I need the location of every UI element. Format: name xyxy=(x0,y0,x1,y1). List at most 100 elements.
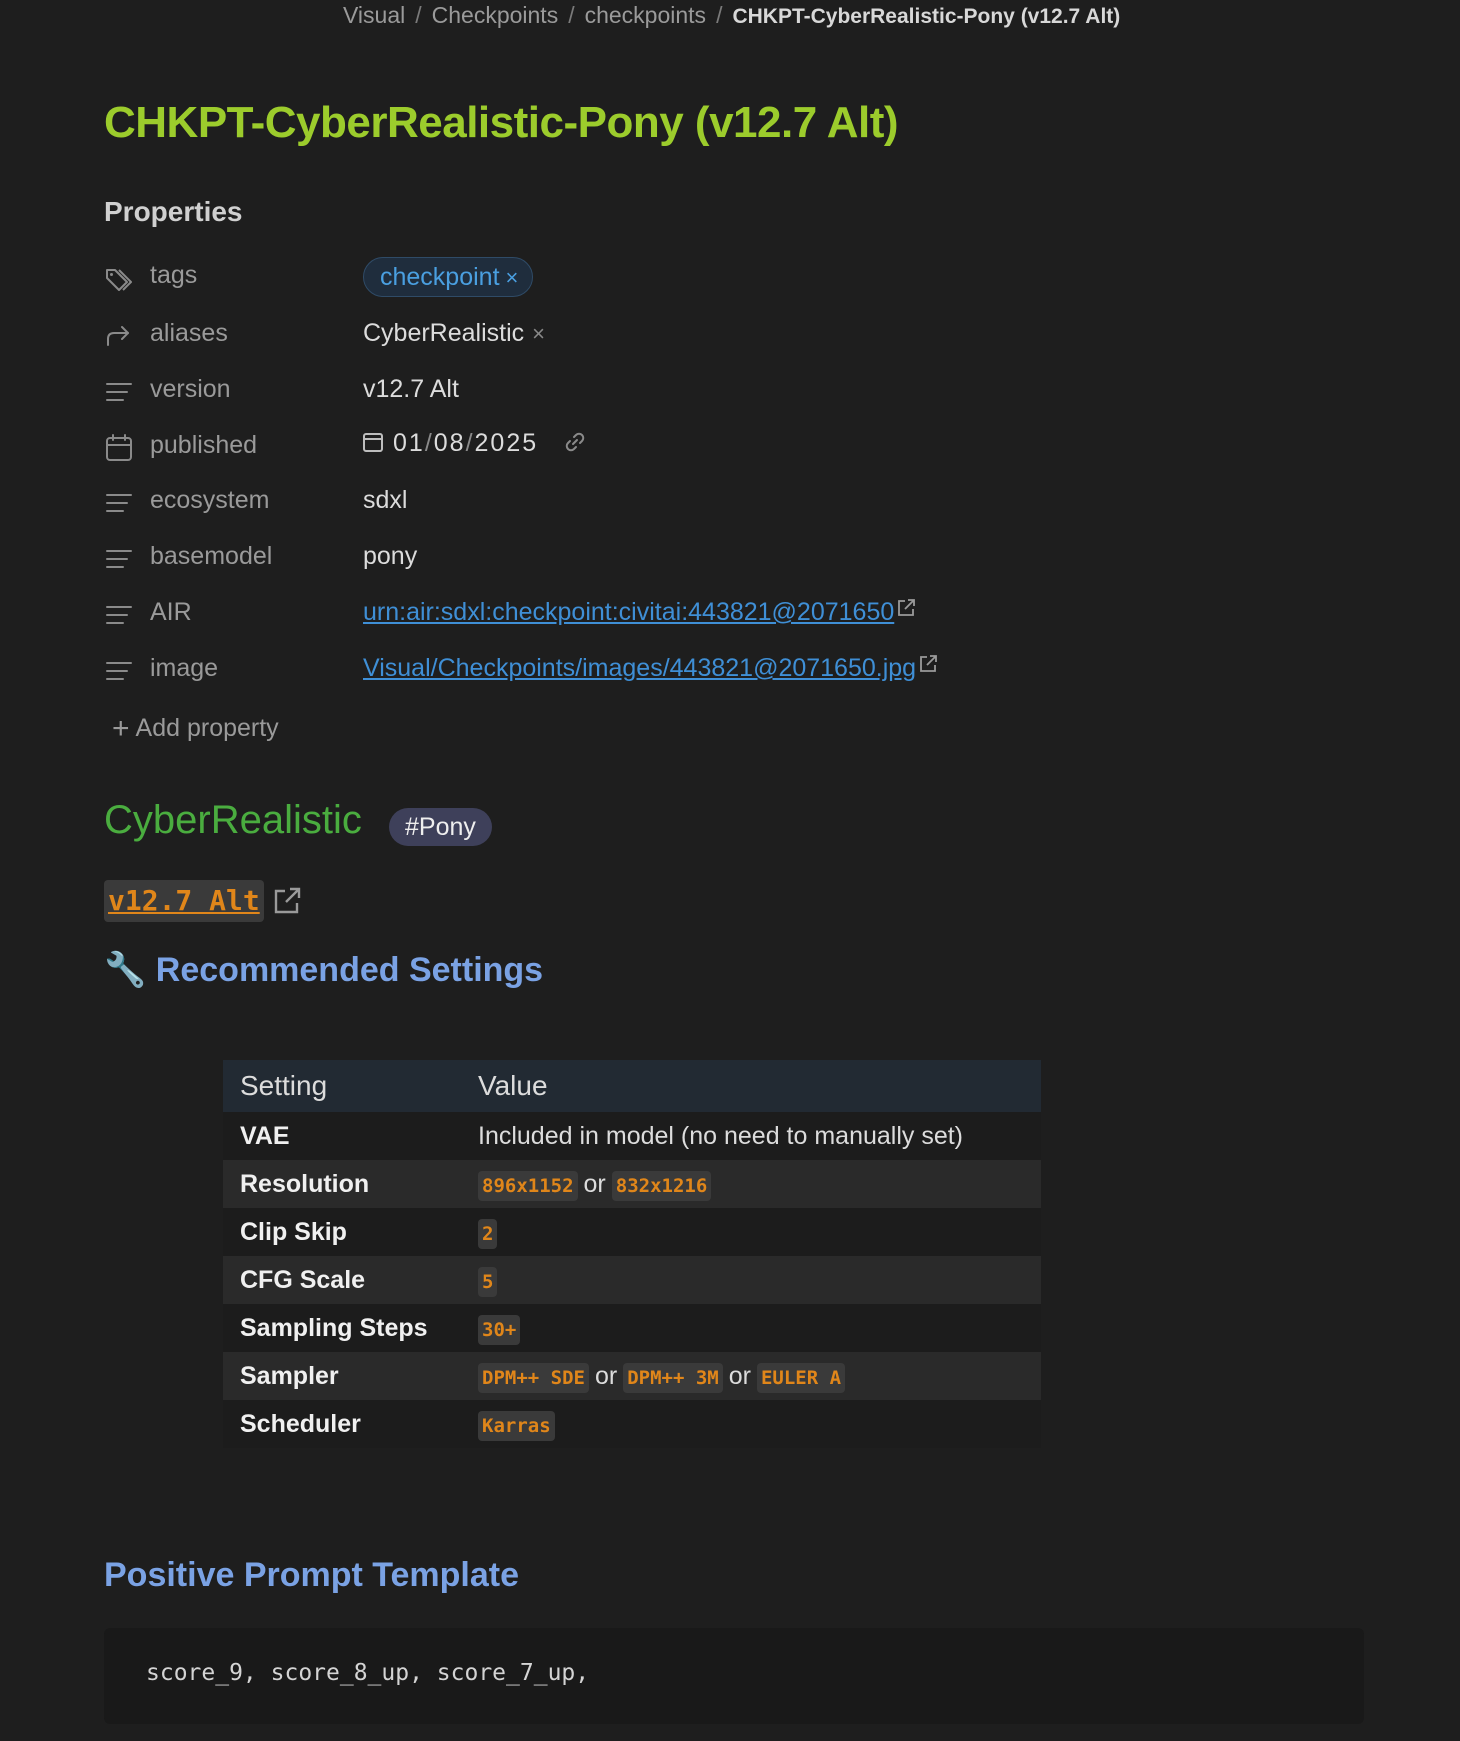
add-property-label: Add property xyxy=(135,714,279,742)
external-link-icon[interactable] xyxy=(918,654,938,674)
add-property-button[interactable]: + Add property xyxy=(112,712,279,746)
breadcrumb-separator: / xyxy=(716,2,723,28)
column-header-setting: Setting xyxy=(223,1060,461,1112)
tag-label[interactable]: checkpoint xyxy=(380,263,500,291)
alias-remove-icon[interactable]: × xyxy=(532,321,545,346)
setting-name: CFG Scale xyxy=(223,1256,461,1304)
setting-name: Sampling Steps xyxy=(223,1304,461,1352)
external-link-icon[interactable] xyxy=(272,886,302,916)
breadcrumb-separator: / xyxy=(568,2,575,28)
breadcrumb-item-visual[interactable]: Visual xyxy=(343,2,405,28)
setting-value: 896x1152 or 832x1216 xyxy=(461,1160,1041,1208)
setting-value: Karras xyxy=(461,1400,1041,1448)
setting-value: 30+ xyxy=(461,1304,1041,1352)
property-key-aliases[interactable]: aliases xyxy=(150,319,228,348)
link-icon[interactable] xyxy=(563,430,587,454)
breadcrumb-item-checkpoints-subfolder[interactable]: checkpoints xyxy=(585,2,706,28)
tag-remove-icon[interactable]: × xyxy=(506,265,519,290)
setting-value: 5 xyxy=(461,1256,1041,1304)
recommended-settings-heading[interactable]: 🔧 Recommended Settings xyxy=(104,950,543,990)
code-block[interactable]: score_9, score_8_up, score_7_up, xyxy=(104,1628,1364,1724)
setting-name: VAE xyxy=(223,1112,461,1160)
property-value-basemodel[interactable]: pony xyxy=(363,542,417,571)
setting-value: DPM++ SDE or DPM++ 3M or EULER A xyxy=(461,1352,1041,1400)
alias-label[interactable]: CyberRealistic xyxy=(363,319,524,347)
property-value-image: Visual/Checkpoints/images/443821@2071650… xyxy=(363,654,938,683)
table-row: Sampling Steps 30+ xyxy=(223,1304,1041,1352)
note-page: Visual / Checkpoints / checkpoints / CHKPT-Cyb… xyxy=(0,0,1460,1741)
property-value-version[interactable]: v12.7 Alt xyxy=(363,375,459,404)
positive-prompt-heading[interactable]: Positive Prompt Template xyxy=(104,1556,519,1595)
date-separator: / xyxy=(424,429,434,457)
table-row: VAE Included in model (no need to manual… xyxy=(223,1112,1041,1160)
tag-pill-checkpoint[interactable]: checkpoint × xyxy=(363,257,534,297)
text-lines-icon xyxy=(106,383,132,401)
code-chip: EULER A xyxy=(756,1362,846,1393)
code-chip: 832x1216 xyxy=(611,1170,712,1201)
code-block-text[interactable]: score_9, score_8_up, score_7_up, xyxy=(146,1660,589,1686)
column-header-value: Value xyxy=(461,1060,1041,1112)
property-ecosystem: ecosystem sdxl xyxy=(104,480,1104,524)
calendar-small-icon[interactable] xyxy=(363,431,383,453)
properties-heading[interactable]: Properties xyxy=(104,196,243,228)
property-aliases: aliases CyberRealistic × xyxy=(104,313,1104,357)
table-header-row: Setting Value xyxy=(223,1060,1041,1112)
date-separator: / xyxy=(465,429,475,457)
property-key-basemodel[interactable]: basemodel xyxy=(150,542,272,571)
property-version: version v12.7 Alt xyxy=(104,369,1104,413)
wrench-icon: 🔧 xyxy=(104,951,147,989)
model-heading[interactable]: CyberRealistic xyxy=(104,798,362,843)
breadcrumb-item-checkpoints-folder[interactable]: Checkpoints xyxy=(432,2,559,28)
property-air: AIR urn:air:sdxl:checkpoint:civitai:4438… xyxy=(104,592,1104,636)
property-published: published 01/08/2025 xyxy=(104,425,1104,469)
settings-table: Setting Value VAE Included in model (no … xyxy=(223,1060,1041,1448)
code-chip: 5 xyxy=(478,1266,498,1297)
date-day[interactable]: 08 xyxy=(434,429,466,457)
air-link[interactable]: urn:air:sdxl:checkpoint:civitai:443821@2… xyxy=(363,598,894,626)
text-lines-icon xyxy=(106,494,132,512)
property-key-ecosystem[interactable]: ecosystem xyxy=(150,486,269,515)
table-row: Scheduler Karras xyxy=(223,1400,1041,1448)
property-key-air[interactable]: AIR xyxy=(150,598,192,627)
table-row: Resolution 896x1152 or 832x1216 xyxy=(223,1160,1041,1208)
text-lines-icon xyxy=(106,606,132,624)
property-value-aliases[interactable]: CyberRealistic × xyxy=(363,319,545,348)
property-key-version[interactable]: version xyxy=(150,375,231,404)
or-text: or xyxy=(594,1361,618,1390)
code-chip: 2 xyxy=(478,1218,498,1249)
property-tags: tags checkpoint × xyxy=(104,257,1104,301)
property-key-tags[interactable]: tags xyxy=(150,261,197,290)
version-link[interactable]: v12.7 Alt xyxy=(104,880,264,922)
code-chip: DPM++ 3M xyxy=(623,1362,723,1393)
setting-value: 2 xyxy=(461,1208,1041,1256)
date-year[interactable]: 2025 xyxy=(475,429,539,457)
or-text: or xyxy=(583,1169,606,1198)
property-value-ecosystem[interactable]: sdxl xyxy=(363,486,407,515)
property-key-published[interactable]: published xyxy=(150,431,257,460)
hashtag-pony[interactable]: #Pony xyxy=(389,808,492,846)
tags-icon xyxy=(106,269,132,291)
code-chip: DPM++ SDE xyxy=(478,1362,589,1393)
breadcrumb: Visual / Checkpoints / checkpoints / CHKPT-Cyb… xyxy=(343,0,1120,32)
recommended-settings-title: Recommended Settings xyxy=(155,951,544,989)
setting-name: Clip Skip xyxy=(223,1208,461,1256)
property-value-air: urn:air:sdxl:checkpoint:civitai:443821@2… xyxy=(363,598,916,627)
code-chip: 896x1152 xyxy=(478,1170,578,1201)
setting-name: Scheduler xyxy=(223,1400,461,1448)
or-text: or xyxy=(728,1361,751,1390)
setting-name: Sampler xyxy=(223,1352,461,1400)
page-title[interactable]: CHKPT-CyberRealistic-Pony (v12.7 Alt) xyxy=(104,98,899,148)
table-row: CFG Scale 5 xyxy=(223,1256,1041,1304)
external-link-icon[interactable] xyxy=(896,598,916,618)
date-input[interactable]: 01/08/2025 xyxy=(363,429,587,458)
setting-value: Included in model (no need to manually s… xyxy=(461,1112,1041,1160)
date-month[interactable]: 01 xyxy=(393,429,425,457)
property-basemodel: basemodel pony xyxy=(104,536,1104,580)
setting-name: Resolution xyxy=(223,1160,461,1208)
breadcrumb-current-note: CHKPT-CyberRealistic-Pony (v12.7 Alt) xyxy=(732,5,1121,28)
breadcrumb-separator: / xyxy=(415,2,422,28)
property-key-image[interactable]: image xyxy=(150,654,218,683)
plus-icon: + xyxy=(112,712,130,745)
property-image: image Visual/Checkpoints/images/443821@2… xyxy=(104,648,1104,692)
image-link[interactable]: Visual/Checkpoints/images/443821@2071650… xyxy=(363,654,916,682)
